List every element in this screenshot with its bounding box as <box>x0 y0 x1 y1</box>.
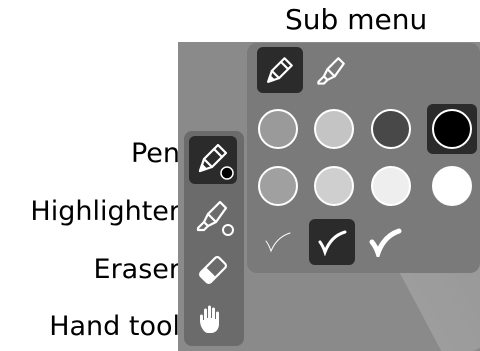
stroke-width-thin-button[interactable] <box>255 219 301 265</box>
hand-tool-button[interactable] <box>189 296 237 344</box>
pen-color-swatch-4-selected[interactable] <box>427 104 477 154</box>
pen-callout-label: Pen <box>130 138 180 169</box>
eraser-tool-button[interactable] <box>189 246 237 294</box>
tool-palette <box>184 131 244 346</box>
highlighter-icon <box>196 200 234 236</box>
submenu-highlighter-type-button[interactable] <box>309 47 355 93</box>
sub-menu-panel <box>247 43 480 273</box>
submenu-callout-label: Sub menu <box>285 3 428 36</box>
hand-icon <box>200 305 219 333</box>
eraser-callout-label: Eraser <box>93 254 180 285</box>
highlighter-callout-label: Highlighter <box>30 196 180 227</box>
highlighter-color-swatch-4[interactable] <box>427 163 473 209</box>
pen-icon <box>267 57 293 83</box>
highlighter-icon <box>317 57 345 85</box>
pen-tool-button[interactable] <box>189 136 237 184</box>
eraser-icon <box>199 256 227 284</box>
pen-color-swatch-1[interactable] <box>255 106 301 152</box>
highlighter-color-swatch-1[interactable] <box>255 163 301 209</box>
pen-color-swatch-3[interactable] <box>368 106 414 152</box>
submenu-pen-type-button[interactable] <box>257 47 303 93</box>
stroke-width-medium-button-selected[interactable] <box>309 219 355 265</box>
highlighter-tool-button[interactable] <box>189 193 237 241</box>
highlighter-color-swatch-3[interactable] <box>368 163 414 209</box>
hand-tool-callout-label: Hand tool <box>49 311 180 342</box>
pen-icon <box>198 143 234 180</box>
thick-stroke-icon <box>369 228 402 257</box>
medium-stroke-icon <box>318 230 347 256</box>
pen-color-dot <box>220 166 234 180</box>
stroke-width-thick-button[interactable] <box>362 219 408 265</box>
thin-stroke-icon <box>265 232 291 253</box>
highlighter-color-dot <box>222 224 234 236</box>
highlighter-color-swatch-2[interactable] <box>311 163 357 209</box>
pen-color-swatch-2[interactable] <box>311 106 357 152</box>
